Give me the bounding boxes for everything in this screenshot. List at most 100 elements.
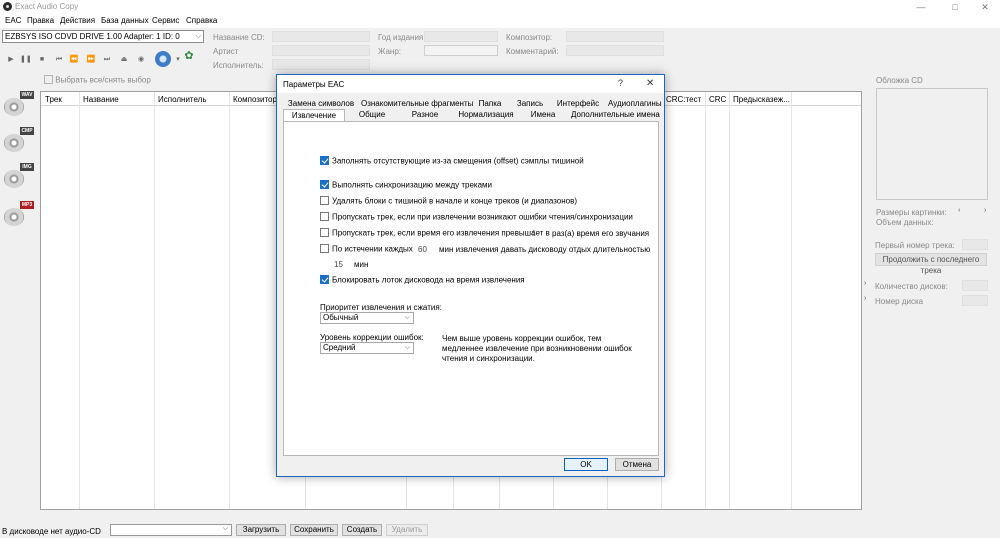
option-checkbox[interactable] — [320, 212, 329, 222]
col-crc-test[interactable]: CRC:тест — [666, 95, 701, 104]
freedb-get-icon[interactable]: ✿ — [184, 51, 194, 62]
tab-names[interactable]: Имена — [521, 109, 565, 121]
cd-info-icon[interactable]: ◉ — [136, 55, 146, 64]
drive-select[interactable]: EZBSYS ISO CDVD DRIVE 1.00 Adapter: 1 ID… — [2, 30, 204, 43]
copy-image-icon[interactable]: IMG — [4, 162, 34, 190]
cover-label: Обложка CD — [876, 76, 923, 85]
extract-compressed-icon[interactable]: CMP — [4, 126, 34, 154]
help-button[interactable]: ? — [618, 78, 623, 88]
load-button[interactable]: Загрузить — [236, 524, 286, 536]
comment-label: Комментарий: — [506, 47, 559, 56]
select-all-checkbox[interactable]: Выбрать все/снять выбор — [44, 75, 151, 85]
rest-every-input[interactable]: 60 — [418, 245, 427, 254]
create-button[interactable]: Создать — [342, 524, 382, 536]
tab-normalize[interactable]: Нормализация — [455, 109, 517, 121]
artist-input[interactable] — [272, 45, 370, 56]
create-mp3-icon[interactable]: MP3 — [4, 200, 34, 228]
comment-input[interactable] — [566, 45, 664, 56]
disc-number-input[interactable] — [962, 295, 988, 306]
chevron-right-icon[interactable]: › — [864, 295, 866, 302]
col-crc[interactable]: CRC — [709, 95, 726, 104]
menu-actions[interactable]: Действия — [60, 16, 95, 25]
minimize-button[interactable]: — — [906, 0, 936, 14]
rewind-icon[interactable]: ⏪ — [69, 55, 79, 64]
disc-number-label: Номер диска — [875, 297, 924, 306]
stop-icon[interactable]: ■ — [37, 55, 47, 64]
rest-unit: мин — [354, 260, 369, 269]
chevron-down-icon: ⌵ — [404, 314, 410, 321]
title-bar: Exact Audio Copy — □ ✕ — [0, 0, 1000, 14]
tab-misc[interactable]: Разное — [401, 109, 449, 121]
menu-help[interactable]: Справка — [186, 16, 217, 25]
performer-input[interactable] — [272, 59, 370, 70]
col-composer[interactable]: Композитор — [233, 95, 277, 104]
menu-edit[interactable]: Правка — [27, 16, 54, 25]
ok-button[interactable]: OK — [564, 458, 608, 471]
year-label: Год издания — [378, 33, 424, 42]
dialog-title: Параметры EAC — [283, 80, 345, 89]
dialog-close-button[interactable]: ✕ — [646, 78, 654, 89]
menu-eac[interactable]: EAC — [5, 16, 21, 25]
option-checkbox[interactable] — [320, 156, 329, 166]
year-input[interactable] — [424, 31, 498, 42]
option-sync-tracks[interactable]: Выполнять синхронизацию между треками — [320, 180, 492, 190]
option-remove-silence[interactable]: Удалять блоки с тишиной в начале и конце… — [320, 196, 577, 206]
delete-button[interactable]: Удалить — [386, 524, 428, 536]
save-button[interactable]: Сохранить — [290, 524, 338, 536]
dialog-title-bar: Параметры EAC ? ✕ — [277, 75, 664, 93]
times-suffix: раз(а) время его звучания — [552, 229, 650, 238]
option-checkbox[interactable] — [320, 180, 329, 190]
first-track-input[interactable] — [962, 239, 988, 250]
prev-track-icon[interactable]: ⏮ — [54, 55, 64, 64]
option-checkbox[interactable] — [320, 275, 329, 285]
option-rest-drive[interactable]: По истечении каждых — [320, 244, 413, 254]
chevron-right-icon[interactable]: › — [984, 207, 986, 214]
col-artist[interactable]: Исполнитель — [158, 95, 207, 104]
tab-extra-names[interactable]: Дополнительные имена — [571, 109, 660, 121]
fast-forward-icon[interactable]: ⏩ — [86, 55, 96, 64]
play-icon[interactable]: ▶ — [6, 55, 16, 64]
ecc-label: Уровень коррекции ошибок: — [320, 333, 424, 342]
continue-last-track-button[interactable]: Продолжить с последнего трека — [875, 253, 987, 275]
ecc-value: Средний — [323, 343, 356, 352]
rest-duration-input[interactable]: 15 — [334, 260, 343, 269]
status-combo[interactable]: ⌵ — [110, 524, 232, 536]
menu-tools[interactable]: Сервис — [152, 16, 179, 25]
eject-icon[interactable]: ⏏ — [119, 55, 129, 64]
pause-icon[interactable]: ❚❚ — [20, 55, 32, 64]
disc-count-input[interactable] — [962, 280, 988, 291]
artist-label: Артист — [213, 47, 239, 56]
option-skip-on-time[interactable]: Пропускать трек, если время его извлечен… — [320, 228, 550, 238]
extract-wav-icon[interactable]: WAV — [4, 90, 34, 118]
option-checkbox[interactable] — [320, 244, 329, 254]
option-fill-offset[interactable]: Заполнять отсутствующие из-за смещения (… — [320, 156, 584, 166]
freedb-globe-icon[interactable] — [155, 51, 171, 67]
composer-input[interactable] — [566, 31, 664, 42]
composer-label: Композитор: — [506, 33, 553, 42]
option-checkbox[interactable] — [320, 196, 329, 206]
option-lock-tray[interactable]: Блокировать лоток дисковода на время изв… — [320, 275, 525, 285]
chevron-down-icon: ⌵ — [404, 344, 410, 351]
col-preemphasis[interactable]: Предысказеж... — [733, 95, 790, 104]
option-checkbox[interactable] — [320, 228, 329, 238]
extraction-panel: Заполнять отсутствующие из-за смещения (… — [283, 121, 659, 456]
next-track-icon[interactable]: ⏭ — [102, 55, 112, 64]
freedb-dropdown-icon[interactable]: ▾ — [173, 55, 183, 64]
times-value-input[interactable]: 4 — [531, 229, 535, 238]
select-all-box[interactable] — [44, 75, 53, 85]
priority-select[interactable]: Обычный ⌵ — [320, 312, 414, 324]
genre-select[interactable] — [424, 45, 498, 56]
cd-name-input[interactable] — [272, 31, 370, 42]
menu-database[interactable]: База данных — [101, 16, 149, 25]
col-track[interactable]: Трек — [45, 95, 62, 104]
col-title[interactable]: Название — [83, 95, 119, 104]
ecc-select[interactable]: Средний ⌵ — [320, 342, 414, 354]
option-skip-on-errors[interactable]: Пропускать трек, если при извлечении воз… — [320, 212, 633, 222]
cover-image-box[interactable] — [876, 88, 988, 200]
cancel-button[interactable]: Отмена — [615, 458, 659, 471]
image-size-label: Размеры картинки: — [876, 208, 947, 217]
close-window-button[interactable]: ✕ — [970, 0, 1000, 14]
chevron-right-icon[interactable]: › — [864, 280, 866, 287]
maximize-button[interactable]: □ — [940, 0, 970, 14]
tab-general[interactable]: Общие — [349, 109, 395, 121]
